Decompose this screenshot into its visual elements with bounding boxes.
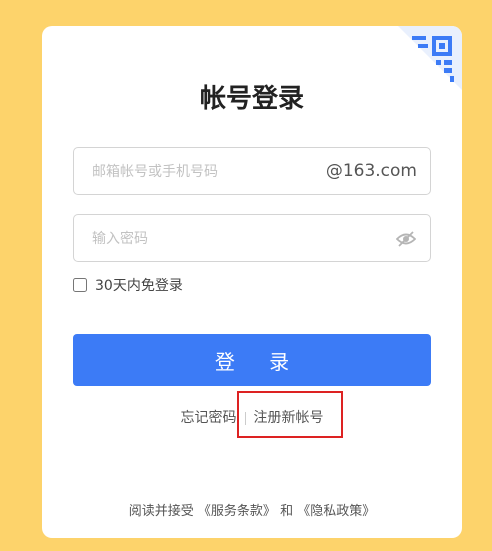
email-input[interactable]: [90, 148, 314, 196]
password-field[interactable]: [73, 214, 431, 263]
login-button[interactable]: 登 录: [73, 334, 431, 386]
remember-checkbox[interactable]: [73, 278, 87, 292]
register-highlight-box: [237, 391, 343, 438]
password-input[interactable]: [90, 215, 384, 263]
remember-me[interactable]: 30天内免登录: [73, 275, 183, 295]
agreement-text: 阅读并接受 《服务条款》 和 《隐私政策》: [42, 500, 462, 519]
agreement-prefix: 阅读并接受: [128, 504, 194, 519]
remember-label: 30天内免登录: [95, 278, 183, 294]
page-title: 帐号登录: [199, 84, 304, 114]
eye-hidden-icon[interactable]: [396, 231, 416, 247]
email-field[interactable]: @163.com: [73, 147, 431, 196]
forgot-password-link[interactable]: 忘记密码: [181, 410, 237, 426]
terms-link[interactable]: 《服务条款》: [198, 504, 276, 519]
login-card: 帐号登录 @163.com 30天内免登录 登 录 忘记密码注册新帐号 阅读并接…: [42, 26, 462, 538]
privacy-link[interactable]: 《隐私政策》: [297, 504, 375, 519]
email-domain-suffix: @163.com: [325, 161, 417, 181]
agreement-and: 和: [280, 504, 294, 519]
